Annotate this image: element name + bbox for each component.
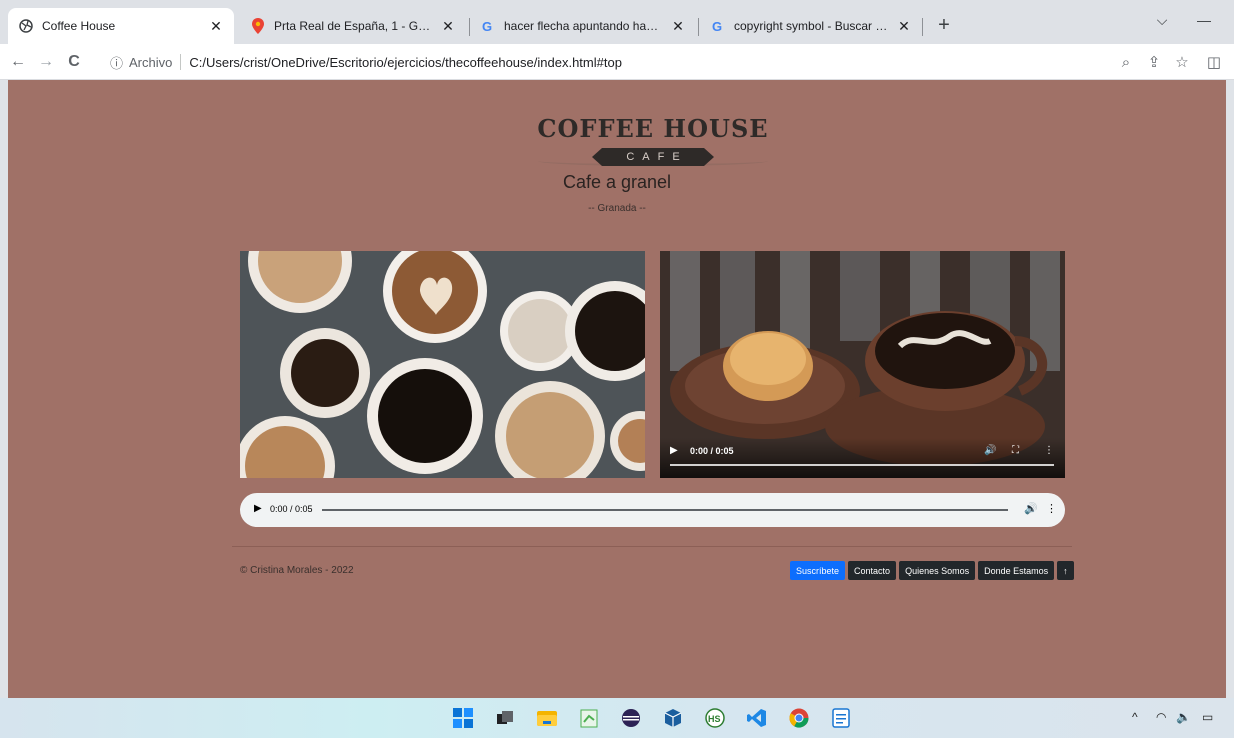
hs-icon[interactable]: HS (704, 707, 726, 729)
tray-chevron-icon[interactable]: ^ (1132, 710, 1138, 724)
subscribe-button[interactable]: Suscríbete (790, 561, 846, 580)
task-view-icon[interactable] (494, 707, 516, 729)
tab-title: hacer flecha apuntando hacia arr (504, 19, 664, 33)
coffee-house-logo: COFFEE HOUSE CAFE (528, 106, 778, 170)
close-icon[interactable]: ✕ (208, 18, 224, 35)
notepad-plus-icon[interactable] (578, 707, 600, 729)
battery-icon[interactable]: ▭ (1202, 710, 1213, 724)
audio-time: 0:00 / 0:05 (270, 504, 313, 514)
back-button[interactable]: ← (6, 50, 30, 74)
tab-strip: Coffee House ✕ Prta Real de España, 1 - … (0, 0, 1234, 44)
tab-google-search-copyright[interactable]: G copyright symbol - Buscar con G ✕ (700, 8, 922, 44)
new-tab-button[interactable]: + (932, 14, 956, 37)
eclipse-icon[interactable] (620, 707, 642, 729)
tab-coffee-house[interactable]: Coffee House ✕ (8, 8, 234, 44)
audio-volume-icon[interactable]: 🔊 (1024, 502, 1038, 515)
browser-toolbar: ← → C ⓘ Archivo C:/Users/crist/OneDrive/… (0, 44, 1234, 80)
svg-text:G: G (712, 19, 722, 33)
google-g-icon: G (710, 18, 726, 34)
location-button[interactable]: Donde Estamos (978, 561, 1055, 580)
virtualbox-icon[interactable] (662, 707, 684, 729)
audio-player: ▶ 0:00 / 0:05 🔊 ⋮ (240, 493, 1065, 527)
bookmark-star-icon[interactable]: ☆ (1170, 50, 1194, 74)
video-progress-bar[interactable] (670, 464, 1054, 466)
side-panel-icon[interactable]: ◫ (1202, 50, 1226, 74)
tab-title: Coffee House (42, 19, 116, 33)
svg-text:HS: HS (708, 714, 721, 724)
scheme-label: Archivo (129, 54, 173, 70)
video-time: 0:00 / 0:05 (690, 446, 734, 456)
footer-nav: Suscríbete Contacto Quienes Somos Donde … (790, 561, 1074, 580)
reload-button[interactable]: C (62, 50, 86, 74)
back-to-top-button[interactable]: ↑ (1057, 561, 1074, 580)
page-heading: Cafe a granel (562, 172, 672, 192)
tab-google-maps[interactable]: Prta Real de España, 1 - Google ✕ (240, 8, 466, 44)
windows-taskbar: HS ^ ◠ 🔈 ▭ (0, 698, 1234, 738)
web-page: COFFEE HOUSE CAFE Cafe a granel -- Grana… (8, 80, 1226, 698)
info-icon[interactable]: ⓘ (110, 53, 123, 72)
tab-google-search-arrow[interactable]: G hacer flecha apuntando hacia arr ✕ (470, 8, 696, 44)
share-icon[interactable]: ⇪ (1142, 50, 1166, 74)
footer-divider (232, 546, 1072, 547)
zoom-icon[interactable]: ⌕ (1114, 50, 1138, 74)
address-divider (180, 54, 182, 70)
close-icon[interactable]: ✕ (896, 18, 912, 35)
maps-pin-icon (250, 18, 266, 34)
minimize-button[interactable]: — (1192, 12, 1216, 28)
video-controls: ▶ 0:00 / 0:05 🔊 ⛶ ⋮ (660, 438, 1065, 478)
copyright-text: © Cristina Morales - 2022 (240, 565, 354, 576)
windows-start-icon[interactable] (452, 707, 474, 729)
audio-progress-bar[interactable] (322, 509, 1008, 511)
address-bar[interactable]: ⓘ Archivo C:/Users/crist/OneDrive/Escrit… (110, 50, 1090, 74)
tab-title: copyright symbol - Buscar con G (734, 19, 890, 33)
logo-band: CAFE (592, 148, 714, 166)
audio-play-button[interactable]: ▶ (254, 503, 262, 514)
tab-title: Prta Real de España, 1 - Google (274, 19, 434, 33)
logo-name: COFFEE HOUSE (537, 114, 769, 143)
notepad-icon[interactable] (830, 707, 852, 729)
close-icon[interactable]: ✕ (670, 18, 686, 35)
page-subheading: -- Granada -- (588, 203, 646, 214)
tab-search-dropdown-icon[interactable]: ⌵ (1150, 12, 1174, 29)
coffee-muffin-video[interactable]: ▶ 0:00 / 0:05 🔊 ⛶ ⋮ (660, 251, 1065, 478)
svg-text:G: G (482, 19, 492, 33)
video-volume-icon[interactable]: 🔊 (984, 445, 996, 456)
audio-more-icon[interactable]: ⋮ (1046, 502, 1057, 515)
volume-icon[interactable]: 🔈 (1176, 710, 1191, 724)
coffee-cups-image (240, 251, 645, 478)
video-play-button[interactable]: ▶ (670, 445, 678, 456)
url-text[interactable]: C:/Users/crist/OneDrive/Escritorio/ejerc… (189, 55, 622, 70)
file-explorer-icon[interactable] (536, 707, 558, 729)
tab-separator (698, 18, 699, 36)
video-fullscreen-icon[interactable]: ⛶ (1012, 445, 1019, 456)
contact-button[interactable]: Contacto (848, 561, 897, 580)
about-us-button[interactable]: Quienes Somos (899, 561, 976, 580)
video-more-icon[interactable]: ⋮ (1044, 445, 1054, 456)
wifi-icon[interactable]: ◠ (1156, 710, 1166, 724)
close-icon[interactable]: ✕ (440, 18, 456, 35)
globe-icon (18, 18, 34, 34)
chrome-icon[interactable] (788, 707, 810, 729)
google-g-icon: G (480, 18, 496, 34)
forward-button[interactable]: → (34, 50, 58, 74)
tab-separator (922, 18, 923, 36)
vscode-icon[interactable] (746, 707, 768, 729)
